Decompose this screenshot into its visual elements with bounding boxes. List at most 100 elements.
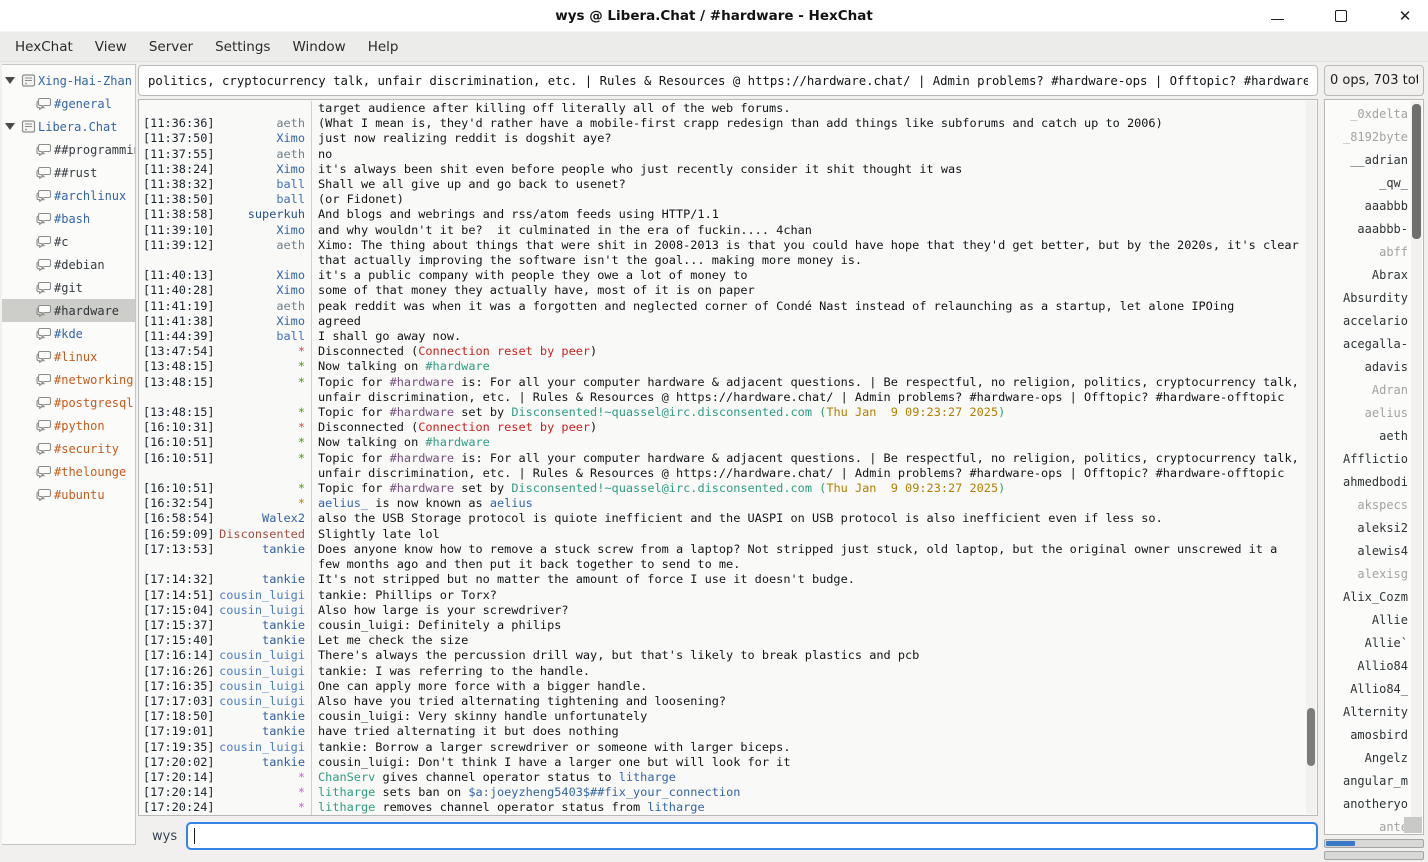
chat-message-segment: it's always been shit even before people…: [318, 162, 962, 176]
chat-message: aelius_ is now known as aelius: [311, 496, 1305, 511]
user-list-item[interactable]: acegalla-: [1325, 332, 1410, 355]
sidebar-item-debian[interactable]: #debian: [2, 253, 135, 276]
menu-item-window[interactable]: Window: [281, 35, 356, 59]
user-list-item[interactable]: Angelz: [1325, 746, 1410, 769]
tree-server-xing-hai-zhan[interactable]: Xing-Hai-Zhan: [2, 69, 135, 92]
lag-meter-fill: [1326, 841, 1355, 846]
chat-scrollbar[interactable]: [1306, 101, 1316, 814]
user-list-item[interactable]: Alix_Cozm: [1325, 585, 1410, 608]
channel-label: #bash: [54, 212, 90, 226]
user-list-item[interactable]: aeth: [1325, 424, 1410, 447]
user-list-item[interactable]: Abrax: [1325, 263, 1410, 286]
expander-icon[interactable]: [2, 123, 18, 130]
user-list-item[interactable]: Allie`: [1325, 631, 1410, 654]
sidebar-item-postgresql[interactable]: #postgresql: [2, 391, 135, 414]
sidebar-item-programming[interactable]: ##programming: [2, 138, 135, 161]
topic-bar[interactable]: politics, cryptocurrency talk, unfair di…: [138, 65, 1318, 96]
chat-message: And blogs and webrings and rss/atom feed…: [311, 207, 1305, 222]
user-list-item[interactable]: Allio84_: [1325, 677, 1410, 700]
user-list-item[interactable]: Alternity: [1325, 700, 1410, 723]
chat-message-segment: just now realizing reddit is dogshit aye…: [318, 131, 612, 145]
sidebar-item-python[interactable]: #python: [2, 414, 135, 437]
chat-message: Now talking on #hardware: [311, 435, 1305, 450]
channel-label: #c: [54, 235, 68, 249]
chat-message-segment: Also how large is your screwdriver?: [318, 603, 569, 617]
sidebar-item-thelounge[interactable]: #thelounge: [2, 460, 135, 483]
chat-scrollbar-thumb[interactable]: [1307, 708, 1315, 766]
sidebar-item-general[interactable]: #general: [2, 92, 135, 115]
sidebar-item-git[interactable]: #git: [2, 276, 135, 299]
sidebar-item-ubuntu[interactable]: #ubuntu: [2, 483, 135, 506]
user-list-item[interactable]: Absurdity: [1325, 286, 1410, 309]
sidebar-item-hardware[interactable]: #hardware: [2, 299, 135, 322]
minimize-button[interactable]: [1264, 3, 1290, 29]
tree-server-label: Xing-Hai-Zhan: [38, 74, 132, 88]
user-list-item[interactable]: Allie: [1325, 608, 1410, 631]
chat-nick: tankie: [219, 755, 311, 770]
sidebar-item-bash[interactable]: #bash: [2, 207, 135, 230]
message-input[interactable]: [186, 822, 1318, 850]
chat-message: it's always been shit even before people…: [311, 162, 1305, 177]
tree-server-libera.chat[interactable]: Libera.Chat: [2, 115, 135, 138]
chat-nick: *: [219, 405, 311, 420]
sidebar-item-rust[interactable]: ##rust: [2, 161, 135, 184]
sidebar-item-security[interactable]: #security: [2, 437, 135, 460]
chat-line: [13:48:15]*Topic for #hardware set by Di…: [143, 405, 1305, 420]
chat-message: litharge removes channel operator status…: [311, 800, 1305, 815]
channel-label: #archlinux: [54, 189, 126, 203]
user-list-item[interactable]: __adrian: [1325, 148, 1410, 171]
user-list-item[interactable]: angular_m: [1325, 769, 1410, 792]
channel-label: #git: [54, 281, 83, 295]
menu-item-hexchat[interactable]: HexChat: [4, 35, 84, 59]
user-list-item[interactable]: akspecs: [1325, 493, 1410, 516]
user-list-item[interactable]: _qw_: [1325, 171, 1410, 194]
user-list-item[interactable]: aaabbb-: [1325, 217, 1410, 240]
sidebar-item-linux[interactable]: #linux: [2, 345, 135, 368]
channel-icon: [34, 235, 54, 248]
sidebar-item-c[interactable]: #c: [2, 230, 135, 253]
expander-icon[interactable]: [2, 77, 18, 84]
channel-icon: [34, 281, 54, 294]
sidebar-item-kde[interactable]: #kde: [2, 322, 135, 345]
menu-item-server[interactable]: Server: [138, 35, 204, 59]
user-list-item[interactable]: _8192byte: [1325, 125, 1410, 148]
user-list-item[interactable]: aaabbb: [1325, 194, 1410, 217]
chat-nick: Ximo: [219, 162, 311, 177]
user-list-item[interactable]: anotheryo: [1325, 792, 1410, 815]
chat-message: Let me check the size: [311, 633, 1305, 648]
user-list-item[interactable]: alexisg: [1325, 562, 1410, 585]
chat-nick: tankie: [219, 542, 311, 557]
chat-nick: tankie: [219, 618, 311, 633]
user-list-item[interactable]: ante: [1325, 815, 1410, 835]
menu-item-help[interactable]: Help: [357, 35, 410, 59]
chat-nick: *: [219, 420, 311, 435]
user-list-item[interactable]: ahmedbodi: [1325, 470, 1410, 493]
channel-label: #linux: [54, 350, 97, 364]
user-list-item[interactable]: Adran: [1325, 378, 1410, 401]
chat-nick: cousin_luigi: [219, 679, 311, 694]
sidebar-item-archlinux[interactable]: #archlinux: [2, 184, 135, 207]
chat-message-segment: Disconsented!~quassel@irc.disconsented.c…: [511, 405, 812, 419]
close-button[interactable]: ✕: [1392, 3, 1418, 29]
user-list-item[interactable]: Allio84: [1325, 654, 1410, 677]
menu-item-view[interactable]: View: [84, 35, 138, 59]
user-list-item[interactable]: aelius: [1325, 401, 1410, 424]
chat-message-segment: Let me check the size: [318, 633, 468, 647]
user-list-item[interactable]: aleksi2: [1325, 516, 1410, 539]
maximize-button[interactable]: [1328, 3, 1354, 29]
user-list-item[interactable]: accelario: [1325, 309, 1410, 332]
userlist-scrollbar-thumb[interactable]: [1412, 104, 1421, 239]
user-list-item[interactable]: Afflictio: [1325, 447, 1410, 470]
menubar: HexChatViewServerSettingsWindowHelp: [0, 32, 1428, 62]
chat-line: [11:44:39]ballI shall go away now.: [143, 329, 1305, 344]
user-list-item[interactable]: adavis: [1325, 355, 1410, 378]
chat-nick: *: [219, 359, 311, 374]
user-list-item[interactable]: amosbird: [1325, 723, 1410, 746]
userlist-scrollbar[interactable]: [1411, 101, 1422, 833]
chat-nick: *: [219, 770, 311, 785]
user-list-item[interactable]: abff: [1325, 240, 1410, 263]
sidebar-item-networking[interactable]: #networking: [2, 368, 135, 391]
menu-item-settings[interactable]: Settings: [204, 35, 281, 59]
user-list-item[interactable]: alewis4: [1325, 539, 1410, 562]
user-list-item[interactable]: _0xdelta: [1325, 102, 1410, 125]
